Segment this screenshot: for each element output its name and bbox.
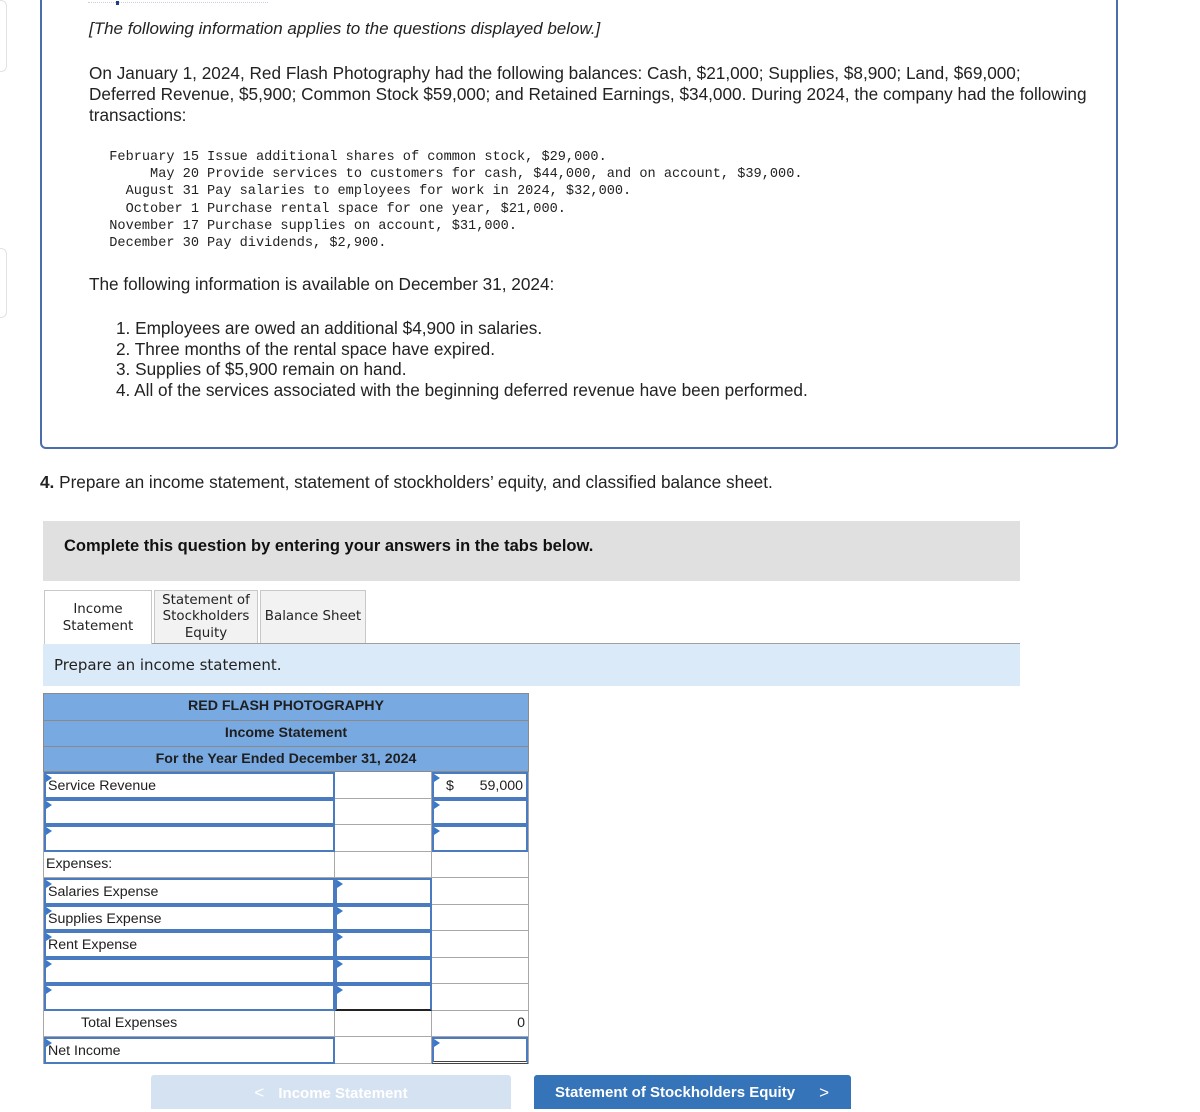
instructions-banner: Complete this question by entering your … [43,521,1020,581]
total-cell [432,905,528,931]
adjustment-item: 2. Three months of the rental space have… [116,338,495,359]
transaction-row: May 20 Provide services to customers for … [150,167,803,183]
chevron-left-icon: < [254,1083,265,1102]
tab-stockholders-equity[interactable]: Statement of Stockholders Equity [154,590,258,644]
amount-input-rent-expense[interactable] [335,931,432,958]
table-row: Expenses: [44,851,528,878]
adjustments-list: 1. Employees are owed an additional $4,9… [116,318,808,400]
tab-balance-sheet[interactable]: Balance Sheet [260,590,366,644]
company-name: RED FLASH PHOTOGRAPHY [43,693,529,720]
total-cell [432,878,528,905]
total-cell [432,984,528,1011]
amount-input-supplies-expense[interactable] [335,904,432,931]
prev-tab-button[interactable]: < Income Statement [151,1075,511,1109]
transactions-list: February 15 Issue additional shares of co… [89,149,803,252]
table-row: Service Revenue $59,000 [44,772,528,799]
dollar-sign: $ [446,778,454,794]
amount-input-salaries-expense[interactable] [335,878,432,905]
transaction-row: November 17 Purchase supplies on account,… [109,218,517,234]
total-input-blank[interactable] [432,825,528,852]
chevron-right-icon: > [819,1083,829,1102]
total-cell [432,931,528,958]
table-row [44,825,528,852]
info-intro: [The following information applies to th… [89,19,601,38]
amount-input-blank[interactable] [335,957,432,984]
table-row [44,984,528,1011]
table-row: Net Income [44,1037,528,1064]
amount-cell [335,825,432,852]
account-input-blank[interactable] [44,984,335,1011]
total-input-service-revenue[interactable]: $59,000 [432,772,528,799]
table-row: Supplies Expense [44,904,528,931]
tab-instruction: Prepare an income statement. [43,644,1020,686]
total-expenses-value: 0 [432,1011,528,1037]
expenses-heading: Expenses: [44,851,335,878]
table-row [44,798,528,825]
account-input-net-income[interactable]: Net Income [44,1037,335,1064]
total-expenses-label: Total Expenses [44,1010,335,1037]
question-prompt: 4. Prepare an income statement, statemen… [40,472,773,493]
statement-period: For the Year Ended December 31, 2024 [43,746,529,772]
tab-income-statement[interactable]: Income Statement [44,590,152,646]
amount-cell [335,1037,432,1064]
account-input-blank[interactable] [44,825,335,852]
adjustment-item: 4. All of the services associated with t… [116,379,808,400]
table-row: Rent Expense [44,931,528,958]
income-statement-form: RED FLASH PHOTOGRAPHY Income Statement F… [43,693,529,1064]
account-input-blank[interactable] [44,798,335,825]
account-input-service-revenue[interactable]: Service Revenue [44,772,335,799]
statement-title: Income Statement [43,720,529,746]
side-panel-tab[interactable] [0,248,7,318]
amount-cell [335,851,432,878]
total-input-net-income[interactable] [432,1037,528,1064]
amount-cell [335,1010,432,1037]
transaction-row: February 15 Issue additional shares of co… [109,150,607,165]
available-intro: The following information is available o… [89,274,555,294]
statement-tabs: Income Statement Statement of Stockholde… [44,590,368,646]
prev-tab-label: Income Statement [278,1085,408,1102]
question-number: 4. [40,472,55,492]
next-tab-label: Statement of Stockholders Equity [555,1084,796,1101]
next-tab-button[interactable]: Statement of Stockholders Equity > [534,1075,851,1109]
account-input-blank[interactable] [44,957,335,984]
table-row: Total Expenses 0 [44,1010,528,1037]
info-paragraph: On January 1, 2024, Red Flash Photograph… [89,63,1087,125]
transaction-row: August 31 Pay salaries to employees for w… [125,184,632,200]
account-input-supplies-expense[interactable]: Supplies Expense [44,904,335,931]
amount-cell [335,772,432,799]
total-cell [432,852,528,878]
total-cell [432,958,528,984]
adjustment-item: 1. Employees are owed an additional $4,9… [116,318,543,338]
total-input-blank[interactable] [432,798,528,825]
amount-cell [335,798,432,825]
transaction-row: October 1 Purchase rental space for one y… [125,201,566,217]
table-row: Salaries Expense [44,878,528,905]
amount-input-blank[interactable] [335,984,432,1011]
table-row [44,957,528,984]
side-panel-tab[interactable] [0,0,7,72]
question-text: Prepare an income statement, statement o… [54,472,773,492]
account-input-rent-expense[interactable]: Rent Expense [44,931,335,958]
account-input-salaries-expense[interactable]: Salaries Expense [44,878,335,905]
statement-grid: Service Revenue $59,000 Expenses: Salari… [43,772,529,1064]
transaction-row: December 30 Pay dividends, $2,900. [109,236,387,252]
adjustment-item: 3. Supplies of $5,900 remain on hand. [116,359,407,380]
